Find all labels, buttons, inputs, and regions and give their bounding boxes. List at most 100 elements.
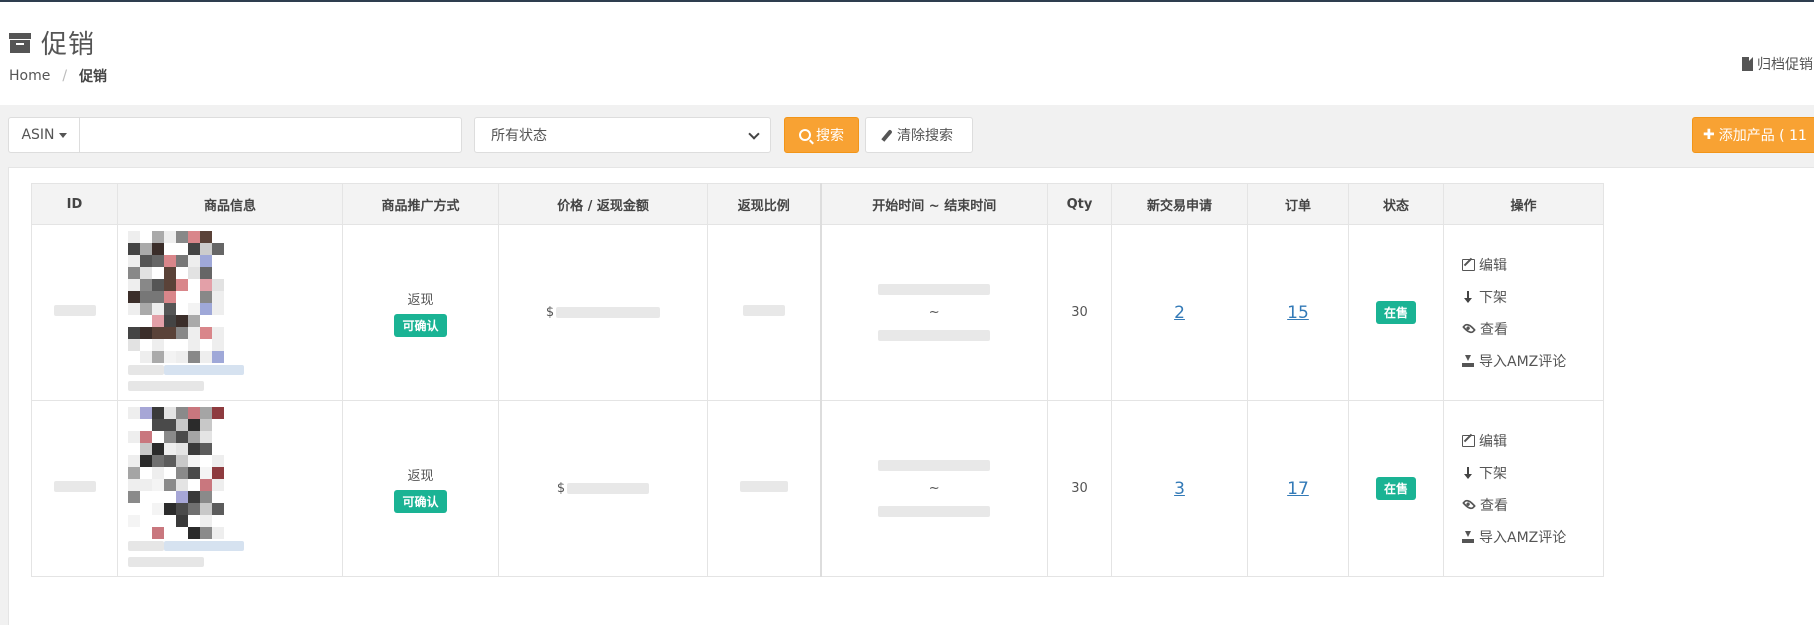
search-button[interactable]: 搜索 [784, 117, 859, 153]
status-badge: 在售 [1375, 301, 1416, 324]
blurred-price [567, 483, 650, 494]
blurred-id [53, 305, 96, 316]
edit-action[interactable]: 编辑 [1462, 249, 1603, 281]
orders-link[interactable]: 17 [1287, 479, 1309, 499]
new-requests-cell: 2 [1111, 224, 1248, 401]
orders-cell: 15 [1247, 224, 1349, 401]
product-info-cell [117, 224, 343, 401]
status-select[interactable]: 所有状态 [474, 117, 771, 153]
product-thumbnail[interactable] [128, 407, 224, 539]
title-wrap: 促销 [9, 24, 95, 61]
blurred-ratio [742, 305, 785, 316]
table-row: 返现 可确认 $ ~ 30 [31, 400, 1604, 577]
table-row: 返现 可确认 $ ~ 30 [31, 224, 1604, 401]
unlist-action[interactable]: 下架 [1462, 281, 1603, 313]
blurred-product-text [128, 381, 204, 391]
row-id-cell [31, 400, 118, 577]
arrow-down-icon [1462, 290, 1475, 303]
page-title: 促销 [41, 30, 96, 60]
import-reviews-action[interactable]: 导入AMZ评论 [1462, 345, 1603, 377]
import-reviews-label: 导入AMZ评论 [1479, 529, 1567, 546]
blurred-price [556, 307, 661, 318]
currency-symbol: $ [556, 481, 566, 496]
add-product-button[interactable]: ✚ 添加产品 ( 11 [1692, 117, 1814, 153]
new-requests-cell: 3 [1111, 400, 1248, 577]
col-promo-type: 商品推广方式 [342, 183, 499, 225]
eye-icon [1462, 321, 1476, 336]
edit-icon [1462, 434, 1475, 447]
search-input[interactable] [80, 117, 462, 153]
new-requests-link[interactable]: 2 [1174, 303, 1185, 323]
actions-cell: 编辑 下架 查看 导入AMZ评论 [1443, 400, 1604, 577]
blurred-product-link[interactable] [164, 365, 244, 375]
blurred-start-date [878, 460, 991, 471]
col-orders: 订单 [1247, 183, 1349, 225]
import-reviews-label: 导入AMZ评论 [1479, 353, 1567, 370]
status-cell: 在售 [1348, 224, 1444, 401]
view-label: 查看 [1480, 497, 1508, 514]
confirm-badge: 可确认 [394, 489, 447, 513]
caret-down-icon [58, 132, 67, 138]
col-new-requests: 新交易申请 [1111, 183, 1248, 225]
view-action[interactable]: 查看 [1462, 489, 1603, 521]
blurred-product-text [128, 365, 164, 375]
edit-label: 编辑 [1479, 433, 1507, 450]
promo-type: 返现 [407, 292, 434, 308]
date-range: ~ [822, 460, 1048, 517]
blurred-start-date [878, 284, 991, 295]
search-type-label: ASIN [21, 127, 55, 143]
chevron-down-icon [748, 128, 760, 140]
search-button-label: 搜索 [816, 128, 844, 144]
price-cell: $ [498, 400, 708, 577]
arrow-down-icon [1462, 466, 1475, 479]
orders-link[interactable]: 15 [1287, 303, 1309, 323]
promo-type: 返现 [407, 468, 434, 484]
breadcrumb: Home / 促销 [9, 66, 107, 86]
actions-cell: 编辑 下架 查看 导入AMZ评论 [1443, 224, 1604, 401]
blurred-product-text [128, 557, 204, 567]
blurred-id [53, 481, 96, 492]
product-info-cell [117, 400, 343, 577]
download-icon [1462, 530, 1475, 543]
blurred-product-text [128, 541, 164, 551]
status-select-value: 所有状态 [491, 128, 547, 144]
archive-icon [9, 32, 31, 53]
clear-search-label: 清除搜索 [897, 128, 953, 144]
archive-promotions-link[interactable]: 归档促销 [1742, 54, 1813, 74]
cashback-ratio-cell [707, 400, 821, 577]
table-header-row: ID 商品信息 商品推广方式 价格 / 返现金额 返现比例 开始时间 ~ 结束时… [31, 183, 1604, 225]
promo-type-cell: 返现 可确认 [342, 224, 499, 401]
view-action[interactable]: 查看 [1462, 313, 1603, 345]
product-info [118, 401, 342, 576]
product-thumbnail[interactable] [128, 231, 224, 363]
price: $ [556, 481, 650, 496]
price: $ [545, 305, 661, 320]
search-type-dropdown[interactable]: ASIN [8, 117, 80, 153]
edit-action[interactable]: 编辑 [1462, 425, 1603, 457]
cashback-ratio-cell [707, 224, 821, 401]
add-product-label: 添加产品 ( 11 [1718, 128, 1807, 144]
breadcrumb-current: 促销 [79, 69, 108, 85]
blurred-product-link[interactable] [164, 541, 244, 551]
eye-icon [1462, 497, 1476, 512]
import-reviews-action[interactable]: 导入AMZ评论 [1462, 521, 1603, 553]
unlist-label: 下架 [1479, 289, 1507, 306]
new-requests-link[interactable]: 3 [1174, 479, 1185, 499]
breadcrumb-home[interactable]: Home [9, 68, 50, 84]
blurred-end-date [878, 506, 991, 517]
status-cell: 在售 [1348, 400, 1444, 577]
product-info [118, 225, 342, 400]
date-range: ~ [822, 284, 1048, 341]
file-icon [1742, 57, 1753, 71]
edit-label: 编辑 [1479, 257, 1507, 274]
col-id[interactable]: ID [31, 183, 118, 225]
clear-search-button[interactable]: 清除搜索 [865, 117, 973, 153]
blurred-end-date [878, 330, 991, 341]
search-icon [799, 129, 811, 141]
unlist-action[interactable]: 下架 [1462, 457, 1603, 489]
currency-symbol: $ [545, 305, 555, 320]
status-badge: 在售 [1375, 477, 1416, 500]
col-product-info: 商品信息 [117, 183, 343, 225]
date-range-cell: ~ [819, 224, 1048, 401]
col-price: 价格 / 返现金额 [498, 183, 708, 225]
